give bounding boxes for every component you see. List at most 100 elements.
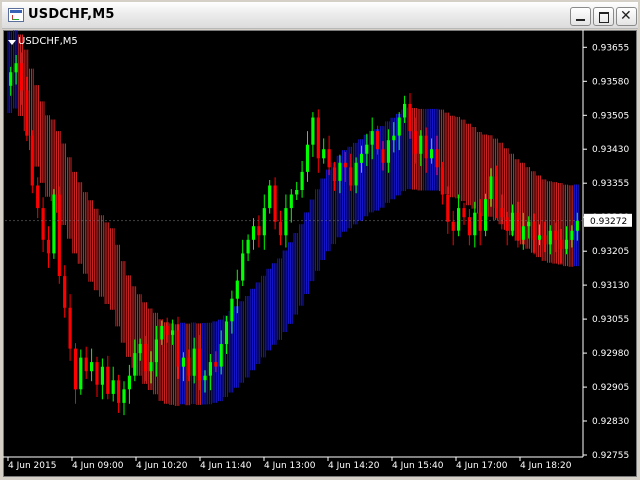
candle-body	[144, 344, 148, 372]
candle-body	[30, 135, 34, 186]
price-tick-label: 0.93130	[592, 281, 629, 291]
candle-body	[90, 362, 94, 372]
candle-body	[36, 185, 40, 209]
candle-body	[543, 235, 547, 245]
candle-body	[354, 162, 358, 186]
chart-window-icon[interactable]	[8, 8, 24, 22]
candle-body	[381, 149, 385, 163]
candle-body	[171, 330, 175, 335]
candle-body	[187, 357, 191, 376]
close-button[interactable]: ✕	[616, 7, 637, 26]
candle-body	[79, 357, 83, 390]
candle-body	[138, 344, 142, 354]
candle-body	[494, 176, 498, 209]
candle-body	[284, 208, 288, 236]
candle-body	[408, 103, 412, 132]
candle-body	[63, 276, 67, 308]
candle-body	[338, 162, 342, 181]
time-tick-label: 4 Jun 10:20	[136, 461, 188, 471]
candle-body	[95, 362, 99, 385]
price-tick-label: 0.93430	[592, 145, 629, 155]
candle-body	[473, 212, 477, 236]
candle-body	[224, 321, 229, 344]
triangle-down-icon[interactable]	[8, 40, 16, 45]
candle-body	[305, 144, 310, 172]
candle-body	[25, 90, 29, 136]
close-icon: ✕	[620, 8, 632, 24]
candle-body	[257, 226, 261, 236]
candle-body	[435, 149, 439, 168]
candle-body	[251, 226, 256, 240]
candle-body	[41, 208, 45, 240]
candle-body	[198, 348, 202, 381]
candle-body	[100, 366, 104, 385]
time-tick-label: 4 Jun 15:40	[392, 461, 444, 471]
candle-body	[413, 131, 417, 154]
candle-body	[154, 339, 158, 363]
candle-body	[397, 117, 401, 136]
candle-body	[564, 239, 569, 249]
candle-body	[467, 217, 471, 236]
candle-body	[268, 185, 272, 209]
candle-body	[510, 212, 515, 231]
minimize-icon	[576, 19, 585, 21]
minimize-button[interactable]	[570, 7, 591, 26]
candle-body	[527, 221, 531, 227]
candle-body	[192, 348, 196, 376]
price-tick-label: 0.92830	[592, 417, 629, 427]
price-tick-label: 0.93580	[592, 77, 629, 87]
maximize-button[interactable]	[593, 7, 614, 26]
price-tick-label: 0.92905	[592, 383, 629, 393]
candle-body	[554, 230, 558, 240]
candle-body	[300, 171, 304, 190]
candle-body	[208, 362, 212, 376]
candle-body	[52, 194, 56, 254]
candle-body	[532, 221, 536, 240]
candle-body	[127, 375, 131, 390]
candle-body	[117, 380, 121, 403]
candle-body	[451, 221, 455, 231]
candle-body	[160, 325, 164, 340]
candle-body	[84, 357, 88, 372]
price-tick-label: 0.93355	[592, 179, 629, 189]
candle-body	[484, 199, 488, 231]
candle-body	[278, 221, 283, 236]
candle-body	[111, 380, 115, 394]
price-chart[interactable]: 0.93655 0.93580 0.93505 0.93430 0.93355 0.932…	[3, 30, 637, 477]
candle-body	[273, 185, 277, 222]
current-price-label: 0.93272	[590, 217, 627, 227]
candle-body	[548, 230, 552, 245]
candle-body	[343, 162, 347, 168]
candle-body	[521, 226, 525, 240]
candle-body	[430, 149, 434, 159]
title-bar[interactable]: USDCHF,M5 ✕	[2, 2, 638, 29]
candle-body	[295, 190, 299, 195]
candle-body	[505, 217, 509, 231]
candle-body	[446, 194, 450, 222]
candle-body	[327, 149, 331, 168]
candle-body	[332, 167, 337, 181]
candle-body	[203, 375, 207, 381]
candle-body	[424, 135, 428, 159]
candle-body	[500, 208, 504, 218]
candle-body	[311, 117, 315, 145]
price-tick-label: 0.93655	[592, 43, 629, 53]
price-tick-label: 0.93505	[592, 111, 629, 121]
candle-body	[559, 239, 563, 249]
candle-body	[133, 353, 137, 376]
time-tick-label: 4 Jun 2015	[8, 461, 56, 471]
candle-body	[235, 280, 239, 299]
chart-window: USDCHF,M5 ✕ 0.93655 0.93580 0.93505 0.93430…	[0, 0, 640, 480]
candle-body	[19, 63, 24, 91]
candle-body	[9, 72, 13, 86]
time-tick-label: 4 Jun 17:00	[456, 461, 508, 471]
candle-body	[489, 176, 493, 199]
candle-body	[316, 117, 320, 159]
candle-body	[46, 239, 51, 254]
candle-body	[403, 103, 407, 118]
candle-body	[176, 330, 180, 367]
candle-body	[516, 212, 520, 240]
candle-body	[149, 362, 153, 372]
price-tick-label: 0.92755	[592, 451, 629, 461]
candle-body	[392, 135, 396, 141]
